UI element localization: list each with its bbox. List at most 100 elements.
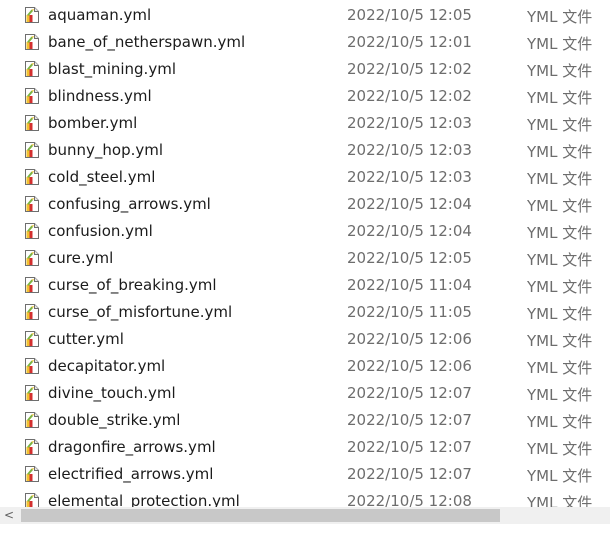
yml-file-icon <box>24 168 40 186</box>
file-row[interactable]: curse_of_breaking.yml 2022/10/5 11:04 YM… <box>0 273 610 300</box>
file-modified-date: 2022/10/5 12:03 <box>347 141 472 159</box>
file-type: YML 文件 <box>527 251 593 269</box>
yml-file-icon <box>24 465 40 483</box>
file-modified-date: 2022/10/5 12:04 <box>347 222 472 240</box>
yml-file-icon <box>24 60 40 78</box>
file-modified-date: 2022/10/5 11:04 <box>347 276 472 294</box>
file-modified-date: 2022/10/5 12:02 <box>347 87 472 105</box>
file-type: YML 文件 <box>527 413 593 431</box>
file-type: YML 文件 <box>527 143 593 161</box>
file-row[interactable]: cold_steel.yml 2022/10/5 12:03 YML 文件 <box>0 165 610 192</box>
yml-file-icon <box>24 33 40 51</box>
file-row[interactable]: cure.yml 2022/10/5 12:05 YML 文件 <box>0 246 610 273</box>
yml-file-icon <box>24 6 40 24</box>
file-type: YML 文件 <box>527 116 593 134</box>
file-type: YML 文件 <box>527 224 593 242</box>
file-row[interactable]: cutter.yml 2022/10/5 12:06 YML 文件 <box>0 327 610 354</box>
file-modified-date: 2022/10/5 12:01 <box>347 33 472 51</box>
file-row[interactable]: elemental_protection.yml 2022/10/5 12:08… <box>0 489 610 507</box>
yml-file-icon <box>24 276 40 294</box>
file-row[interactable]: blast_mining.yml 2022/10/5 12:02 YML 文件 <box>0 57 610 84</box>
file-modified-date: 2022/10/5 11:05 <box>347 303 472 321</box>
yml-file-icon <box>24 303 40 321</box>
file-name[interactable]: blast_mining.yml <box>48 60 176 78</box>
file-type: YML 文件 <box>527 305 593 323</box>
file-modified-date: 2022/10/5 12:08 <box>347 492 472 507</box>
file-row[interactable]: electrified_arrows.yml 2022/10/5 12:07 Y… <box>0 462 610 489</box>
yml-file-icon <box>24 438 40 456</box>
yml-file-icon <box>24 411 40 429</box>
file-modified-date: 2022/10/5 12:07 <box>347 465 472 483</box>
file-name[interactable]: cold_steel.yml <box>48 168 155 186</box>
file-name[interactable]: double_strike.yml <box>48 411 180 429</box>
file-row[interactable]: divine_touch.yml 2022/10/5 12:07 YML 文件 <box>0 381 610 408</box>
file-modified-date: 2022/10/5 12:03 <box>347 168 472 186</box>
file-row[interactable]: double_strike.yml 2022/10/5 12:07 YML 文件 <box>0 408 610 435</box>
file-type: YML 文件 <box>527 467 593 485</box>
file-modified-date: 2022/10/5 12:07 <box>347 411 472 429</box>
file-row[interactable]: bunny_hop.yml 2022/10/5 12:03 YML 文件 <box>0 138 610 165</box>
file-row[interactable]: curse_of_misfortune.yml 2022/10/5 11:05 … <box>0 300 610 327</box>
yml-file-icon <box>24 195 40 213</box>
file-type: YML 文件 <box>527 359 593 377</box>
yml-file-icon <box>24 357 40 375</box>
yml-file-icon <box>24 384 40 402</box>
file-row[interactable]: dragonfire_arrows.yml 2022/10/5 12:07 YM… <box>0 435 610 462</box>
chevron-left-icon: < <box>3 508 15 522</box>
file-name[interactable]: divine_touch.yml <box>48 384 176 402</box>
file-row[interactable]: bomber.yml 2022/10/5 12:03 YML 文件 <box>0 111 610 138</box>
file-name[interactable]: bunny_hop.yml <box>48 141 163 159</box>
file-modified-date: 2022/10/5 12:05 <box>347 249 472 267</box>
file-name[interactable]: confusion.yml <box>48 222 153 240</box>
file-row[interactable]: blindness.yml 2022/10/5 12:02 YML 文件 <box>0 84 610 111</box>
file-modified-date: 2022/10/5 12:07 <box>347 438 472 456</box>
file-type: YML 文件 <box>527 386 593 404</box>
file-name[interactable]: blindness.yml <box>48 87 152 105</box>
file-type: YML 文件 <box>527 494 593 507</box>
file-name[interactable]: decapitator.yml <box>48 357 165 375</box>
file-name[interactable]: elemental_protection.yml <box>48 492 240 507</box>
yml-file-icon <box>24 492 40 507</box>
file-name[interactable]: cure.yml <box>48 249 113 267</box>
file-type: YML 文件 <box>527 197 593 215</box>
file-list-viewport: aquaman.yml 2022/10/5 12:05 YML 文件 bane_… <box>0 0 610 507</box>
file-modified-date: 2022/10/5 12:05 <box>347 6 472 24</box>
file-type: YML 文件 <box>527 35 593 53</box>
file-modified-date: 2022/10/5 12:06 <box>347 330 472 348</box>
yml-file-icon <box>24 87 40 105</box>
file-modified-date: 2022/10/5 12:07 <box>347 384 472 402</box>
file-type: YML 文件 <box>527 89 593 107</box>
yml-file-icon <box>24 222 40 240</box>
horizontal-scrollbar[interactable]: < <box>0 507 610 524</box>
file-name[interactable]: curse_of_misfortune.yml <box>48 303 232 321</box>
file-row[interactable]: aquaman.yml 2022/10/5 12:05 YML 文件 <box>0 3 610 30</box>
yml-file-icon <box>24 141 40 159</box>
file-name[interactable]: bane_of_netherspawn.yml <box>48 33 245 51</box>
file-modified-date: 2022/10/5 12:03 <box>347 114 472 132</box>
file-row[interactable]: confusion.yml 2022/10/5 12:04 YML 文件 <box>0 219 610 246</box>
scroll-left-button[interactable]: < <box>2 508 16 523</box>
file-name[interactable]: aquaman.yml <box>48 6 151 24</box>
yml-file-icon <box>24 249 40 267</box>
bottom-area <box>0 524 610 537</box>
file-name[interactable]: dragonfire_arrows.yml <box>48 438 216 456</box>
file-type: YML 文件 <box>527 8 593 26</box>
file-name[interactable]: curse_of_breaking.yml <box>48 276 217 294</box>
file-row[interactable]: decapitator.yml 2022/10/5 12:06 YML 文件 <box>0 354 610 381</box>
file-name[interactable]: cutter.yml <box>48 330 124 348</box>
scrollbar-thumb[interactable] <box>21 509 500 522</box>
file-name[interactable]: electrified_arrows.yml <box>48 465 213 483</box>
file-type: YML 文件 <box>527 440 593 458</box>
yml-file-icon <box>24 114 40 132</box>
file-list: aquaman.yml 2022/10/5 12:05 YML 文件 bane_… <box>0 3 610 507</box>
file-type: YML 文件 <box>527 278 593 296</box>
file-type: YML 文件 <box>527 170 593 188</box>
file-modified-date: 2022/10/5 12:02 <box>347 60 472 78</box>
file-name[interactable]: confusing_arrows.yml <box>48 195 211 213</box>
file-type: YML 文件 <box>527 62 593 80</box>
file-row[interactable]: bane_of_netherspawn.yml 2022/10/5 12:01 … <box>0 30 610 57</box>
file-row[interactable]: confusing_arrows.yml 2022/10/5 12:04 YML… <box>0 192 610 219</box>
yml-file-icon <box>24 330 40 348</box>
file-name[interactable]: bomber.yml <box>48 114 137 132</box>
file-type: YML 文件 <box>527 332 593 350</box>
